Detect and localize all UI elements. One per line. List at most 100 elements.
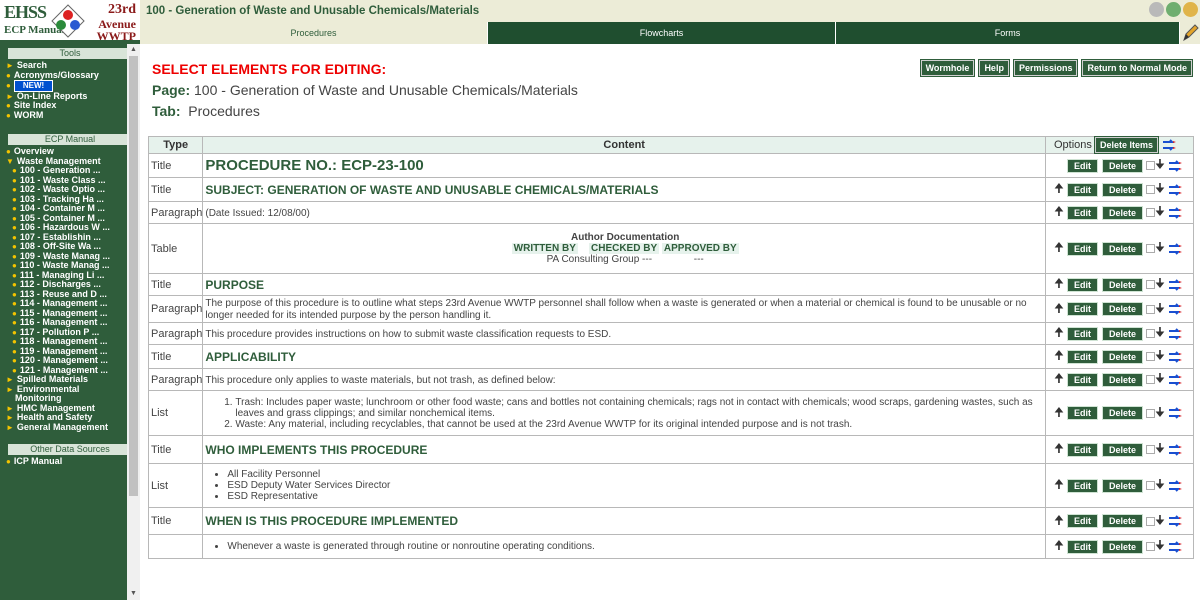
move-arrows-icon[interactable]: [1167, 479, 1183, 492]
sidebar-item-monitoring-line[interactable]: Monitoring: [0, 394, 127, 404]
move-arrows-icon[interactable]: [1167, 350, 1183, 363]
element-content[interactable]: This procedure provides instructions on …: [202, 322, 1046, 345]
edit-button[interactable]: Edit: [1067, 302, 1098, 316]
move-arrows-icon[interactable]: [1167, 242, 1183, 255]
element-content[interactable]: Whenever a waste is generated through ro…: [202, 534, 1046, 559]
element-content[interactable]: Trash: Includes paper waste; lunchroom o…: [202, 390, 1046, 436]
move-down-icon[interactable]: 🠋: [1155, 202, 1165, 223]
move-up-icon[interactable]: 🠉: [1054, 439, 1064, 460]
element-content[interactable]: All Facility PersonnelESD Deputy Water S…: [202, 463, 1046, 508]
sidebar-item-waste-11[interactable]: ● 111 - Managing Li ...: [0, 271, 127, 281]
select-checkbox[interactable]: [1146, 542, 1156, 551]
move-down-icon[interactable]: 🠋: [1155, 403, 1165, 424]
edit-button[interactable]: Edit: [1067, 182, 1098, 197]
element-content[interactable]: WHEN IS THIS PROCEDURE IMPLEMENTED: [202, 507, 1046, 535]
sidebar-item-new[interactable]: ● NEW!: [0, 80, 127, 92]
sidebar-item-waste-21[interactable]: ● 121 - Management ...: [0, 366, 127, 376]
move-down-icon[interactable]: 🠋: [1155, 179, 1165, 200]
globe-icon[interactable]: [1166, 2, 1181, 17]
select-checkbox[interactable]: [1146, 280, 1156, 289]
move-arrows-icon[interactable]: [1167, 515, 1183, 527]
sidebar-item-waste-management[interactable]: ▼ Waste Management: [0, 157, 127, 167]
tab-flowcharts[interactable]: Flowcharts: [488, 22, 836, 44]
move-arrows-icon[interactable]: [1167, 327, 1183, 340]
sidebar-item-overview[interactable]: ● Overview: [0, 147, 127, 157]
element-content[interactable]: Author Documentation WRITTEN BY CHECKED B…: [202, 223, 1046, 274]
move-arrows-icon[interactable]: [1167, 303, 1183, 315]
sidebar-item-waste-14[interactable]: ● 114 - Management ...: [0, 299, 127, 309]
sidebar-item-waste-9[interactable]: ● 109 - Waste Manag ...: [0, 252, 127, 262]
delete-button[interactable]: Delete: [1102, 514, 1144, 528]
return-normal-mode-button[interactable]: Return to Normal Mode: [1081, 59, 1193, 77]
element-content[interactable]: This procedure only applies to waste mat…: [202, 368, 1046, 391]
sidebar-item-waste-4[interactable]: ● 104 - Container M ...: [0, 204, 127, 214]
select-checkbox[interactable]: [1146, 161, 1156, 170]
move-up-icon[interactable]: 🠉: [1054, 274, 1064, 295]
move-down-icon[interactable]: 🠋: [1155, 475, 1165, 496]
edit-button[interactable]: Edit: [1067, 539, 1098, 554]
move-arrows-icon[interactable]: [1167, 443, 1183, 456]
element-content[interactable]: (Date Issued: 12/08/00): [202, 201, 1046, 224]
sidebar-item-waste-19[interactable]: ● 119 - Management ...: [0, 347, 127, 357]
delete-button[interactable]: Delete: [1102, 277, 1144, 292]
select-checkbox[interactable]: [1146, 516, 1156, 526]
sidebar-item-waste-7[interactable]: ● 107 - Establishin ...: [0, 233, 127, 243]
sidebar-item-waste-17[interactable]: ● 117 - Pollution P ...: [0, 328, 127, 338]
move-arrows-icon[interactable]: [1167, 206, 1183, 219]
edit-button[interactable]: Edit: [1067, 349, 1098, 364]
delete-button[interactable]: Delete: [1102, 372, 1144, 387]
move-up-icon[interactable]: 🠉: [1054, 369, 1064, 390]
wormhole-button[interactable]: Wormhole: [919, 59, 976, 77]
move-down-icon[interactable]: 🠋: [1155, 369, 1165, 390]
delete-button[interactable]: Delete: [1102, 182, 1144, 197]
move-down-icon[interactable]: 🠋: [1155, 536, 1165, 557]
scroll-up-icon[interactable]: ▲: [127, 44, 140, 56]
delete-button[interactable]: Delete: [1102, 349, 1144, 364]
select-checkbox[interactable]: [1146, 304, 1156, 314]
tab-procedures[interactable]: Procedures: [140, 22, 488, 44]
sidebar-item-icp-manual[interactable]: ● ICP Manual: [0, 457, 127, 467]
sidebar-item-waste-6[interactable]: ● 106 - Hazardous W ...: [0, 223, 127, 233]
sidebar-item-search[interactable]: ► Search: [0, 61, 127, 71]
move-up-icon[interactable]: 🠉: [1054, 403, 1064, 424]
sidebar-item-spilled-materials[interactable]: ► Spilled Materials: [0, 375, 127, 385]
sidebar-item-site-index[interactable]: ● Site Index: [0, 101, 127, 111]
move-down-icon[interactable]: 🠋: [1155, 238, 1165, 259]
delete-button[interactable]: Delete: [1102, 539, 1144, 554]
sidebar-item-waste-0[interactable]: ● 100 - Generation ...: [0, 166, 127, 176]
element-content[interactable]: PURPOSE: [202, 273, 1046, 296]
edit-button[interactable]: Edit: [1067, 406, 1098, 420]
move-up-icon[interactable]: 🠉: [1054, 238, 1064, 259]
sidebar-item-waste-13[interactable]: ● 113 - Reuse and D ...: [0, 290, 127, 300]
element-content[interactable]: The purpose of this procedure is to outl…: [202, 295, 1046, 323]
sidebar-item-waste-8[interactable]: ● 108 - Off-Site Wa ...: [0, 242, 127, 252]
help-button[interactable]: Help: [978, 59, 1010, 77]
move-up-icon[interactable]: 🠉: [1054, 536, 1064, 557]
delete-button[interactable]: Delete: [1102, 302, 1144, 316]
delete-button[interactable]: Delete: [1102, 205, 1144, 220]
move-down-icon[interactable]: 🠋: [1155, 439, 1165, 460]
sidebar-item-waste-18[interactable]: ● 118 - Management ...: [0, 337, 127, 347]
sidebar-item-waste-15[interactable]: ● 115 - Management ...: [0, 309, 127, 319]
delete-button[interactable]: Delete: [1102, 158, 1144, 173]
move-arrows-icon[interactable]: [1167, 159, 1183, 172]
sidebar-scrollbar[interactable]: ▲ ▼: [127, 44, 140, 600]
sidebar-item-waste-16[interactable]: ● 116 - Management ...: [0, 318, 127, 328]
move-arrows-icon[interactable]: [1167, 278, 1183, 291]
sidebar-item-waste-3[interactable]: ● 103 - Tracking Ha ...: [0, 195, 127, 205]
edit-button[interactable]: Edit: [1067, 514, 1098, 528]
select-checkbox[interactable]: [1146, 329, 1156, 338]
sidebar-item-online-reports[interactable]: ► On-Line Reports: [0, 92, 127, 102]
move-up-icon[interactable]: 🠉: [1054, 179, 1064, 200]
move-arrows-icon[interactable]: [1167, 407, 1183, 419]
tab-forms[interactable]: Forms: [836, 22, 1180, 44]
select-checkbox[interactable]: [1146, 244, 1156, 253]
move-arrows-icon[interactable]: [1161, 139, 1177, 151]
move-down-icon[interactable]: 🠋: [1155, 511, 1165, 532]
move-arrows-icon[interactable]: [1167, 373, 1183, 386]
element-content[interactable]: WHO IMPLEMENTS THIS PROCEDURE: [202, 435, 1046, 464]
sidebar-item-waste-2[interactable]: ● 102 - Waste Optio ...: [0, 185, 127, 195]
element-content[interactable]: SUBJECT: GENERATION OF WASTE AND UNUSABL…: [202, 177, 1046, 202]
select-checkbox[interactable]: [1146, 208, 1156, 217]
edit-button[interactable]: Edit: [1067, 372, 1098, 387]
